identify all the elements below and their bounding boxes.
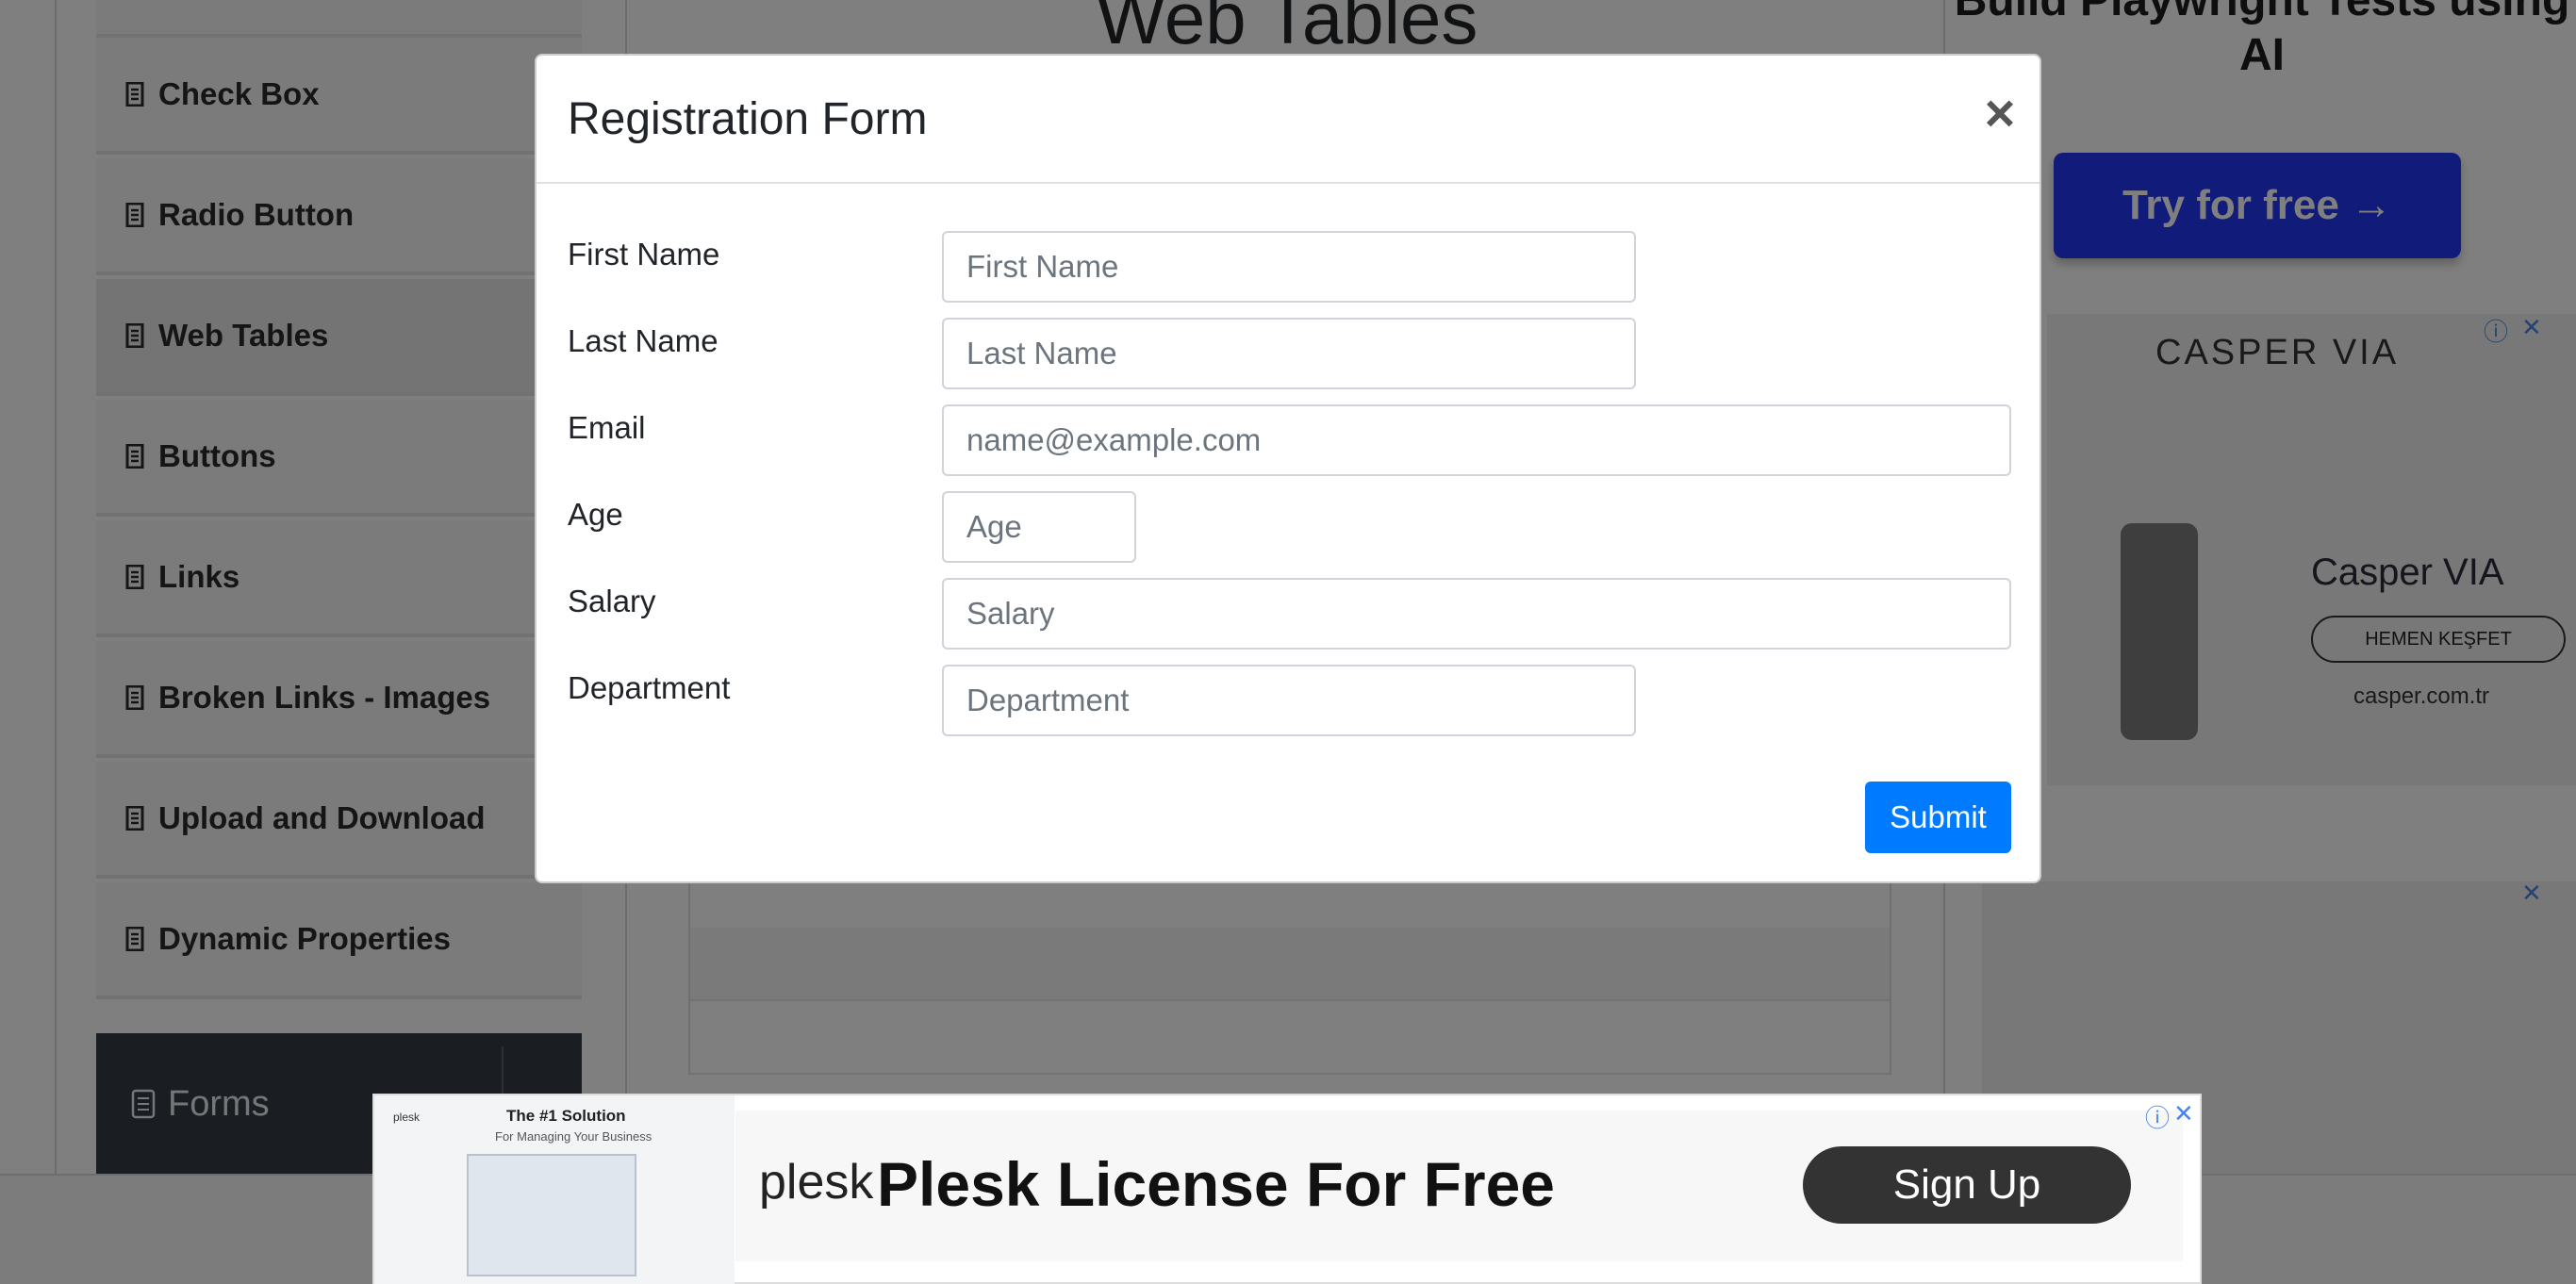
email-label: Email	[568, 410, 646, 445]
age-input[interactable]	[942, 491, 1136, 563]
banner-thumbnail: plesk The #1 Solution For Managing Your …	[374, 1095, 735, 1284]
thumb-subtitle: For Managing Your Business	[495, 1129, 652, 1144]
thumb-brand: plesk	[393, 1111, 421, 1124]
email-input[interactable]	[942, 404, 2011, 476]
department-label: Department	[568, 670, 731, 705]
close-button[interactable]: ×	[1976, 87, 2023, 140]
banner-info-icon[interactable]: ⓘ	[2145, 1099, 2170, 1134]
first-name-input[interactable]	[942, 231, 1636, 303]
thumb-screenshot	[467, 1154, 636, 1276]
last-name-label: Last Name	[568, 323, 718, 358]
thumb-title: The #1 Solution	[506, 1107, 626, 1125]
registration-modal: Registration Form × First Name Last Name…	[535, 54, 2041, 883]
modal-header: Registration Form ×	[537, 56, 2039, 184]
sign-up-button[interactable]: Sign Up	[1803, 1146, 2131, 1224]
last-name-input[interactable]	[942, 318, 1636, 389]
salary-label: Salary	[568, 584, 656, 618]
first-name-label: First Name	[568, 237, 720, 272]
banner-main: plesk Plesk License For Free Sign Up	[735, 1111, 2183, 1261]
banner-close-icon[interactable]: ✕	[2173, 1099, 2194, 1128]
age-label: Age	[568, 497, 623, 532]
bottom-banner-ad[interactable]: plesk The #1 Solution For Managing Your …	[372, 1094, 2202, 1284]
submit-button[interactable]: Submit	[1865, 782, 2011, 853]
salary-input[interactable]	[942, 578, 2011, 650]
department-input[interactable]	[942, 665, 1636, 736]
plesk-logo: plesk	[759, 1155, 874, 1210]
banner-title: Plesk License For Free	[877, 1149, 1556, 1219]
modal-title: Registration Form	[568, 94, 928, 144]
